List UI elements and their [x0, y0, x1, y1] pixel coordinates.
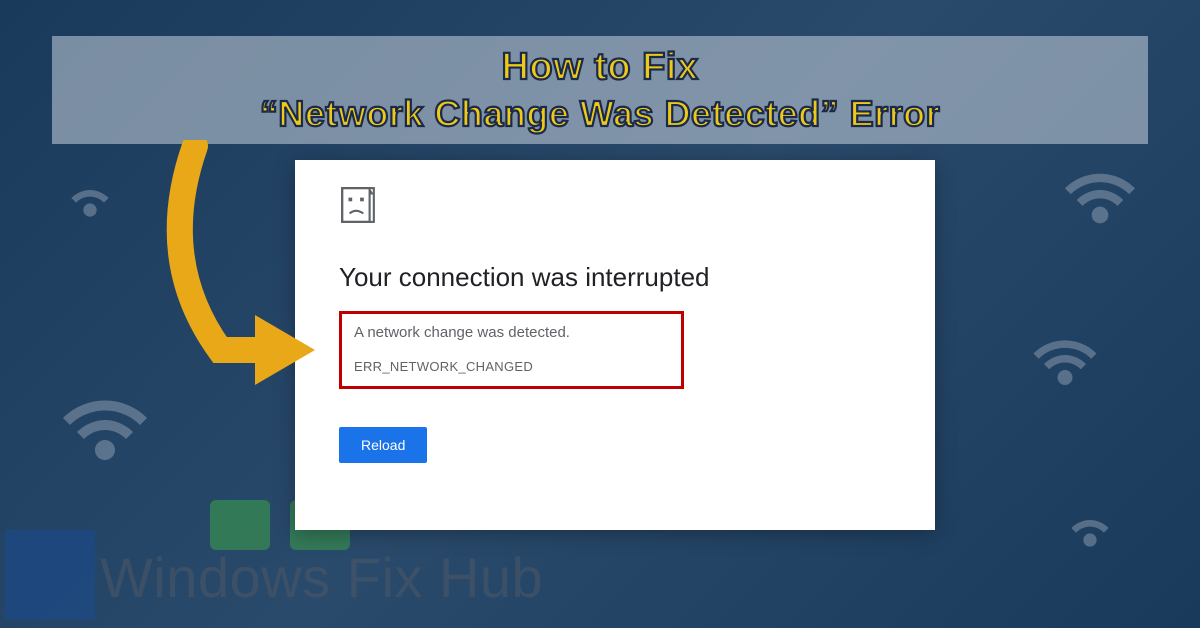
- watermark-text: Windows Fix Hub: [100, 546, 543, 609]
- wifi-icon: [1050, 140, 1150, 240]
- wifi-icon: [1020, 310, 1110, 400]
- error-code: ERR_NETWORK_CHANGED: [354, 359, 669, 374]
- background-decoration: [5, 530, 95, 620]
- chrome-error-window: Your connection was interrupted A networ…: [295, 160, 935, 530]
- title-line-1: How to Fix: [501, 44, 698, 92]
- title-banner: How to Fix “Network Change Was Detected”…: [52, 36, 1148, 144]
- sad-page-icon: [339, 186, 377, 224]
- error-highlight-box: A network change was detected. ERR_NETWO…: [339, 311, 684, 389]
- title-line-2: “Network Change Was Detected” Error: [260, 91, 940, 136]
- wifi-icon: [1050, 480, 1130, 560]
- error-description: A network change was detected.: [354, 324, 669, 341]
- watermark: Windows Fix Hub: [100, 545, 543, 610]
- wifi-icon: [45, 360, 165, 480]
- background-decoration: [210, 500, 270, 550]
- wifi-icon: [50, 150, 130, 230]
- error-heading: Your connection was interrupted: [339, 262, 891, 293]
- reload-button[interactable]: Reload: [339, 427, 427, 463]
